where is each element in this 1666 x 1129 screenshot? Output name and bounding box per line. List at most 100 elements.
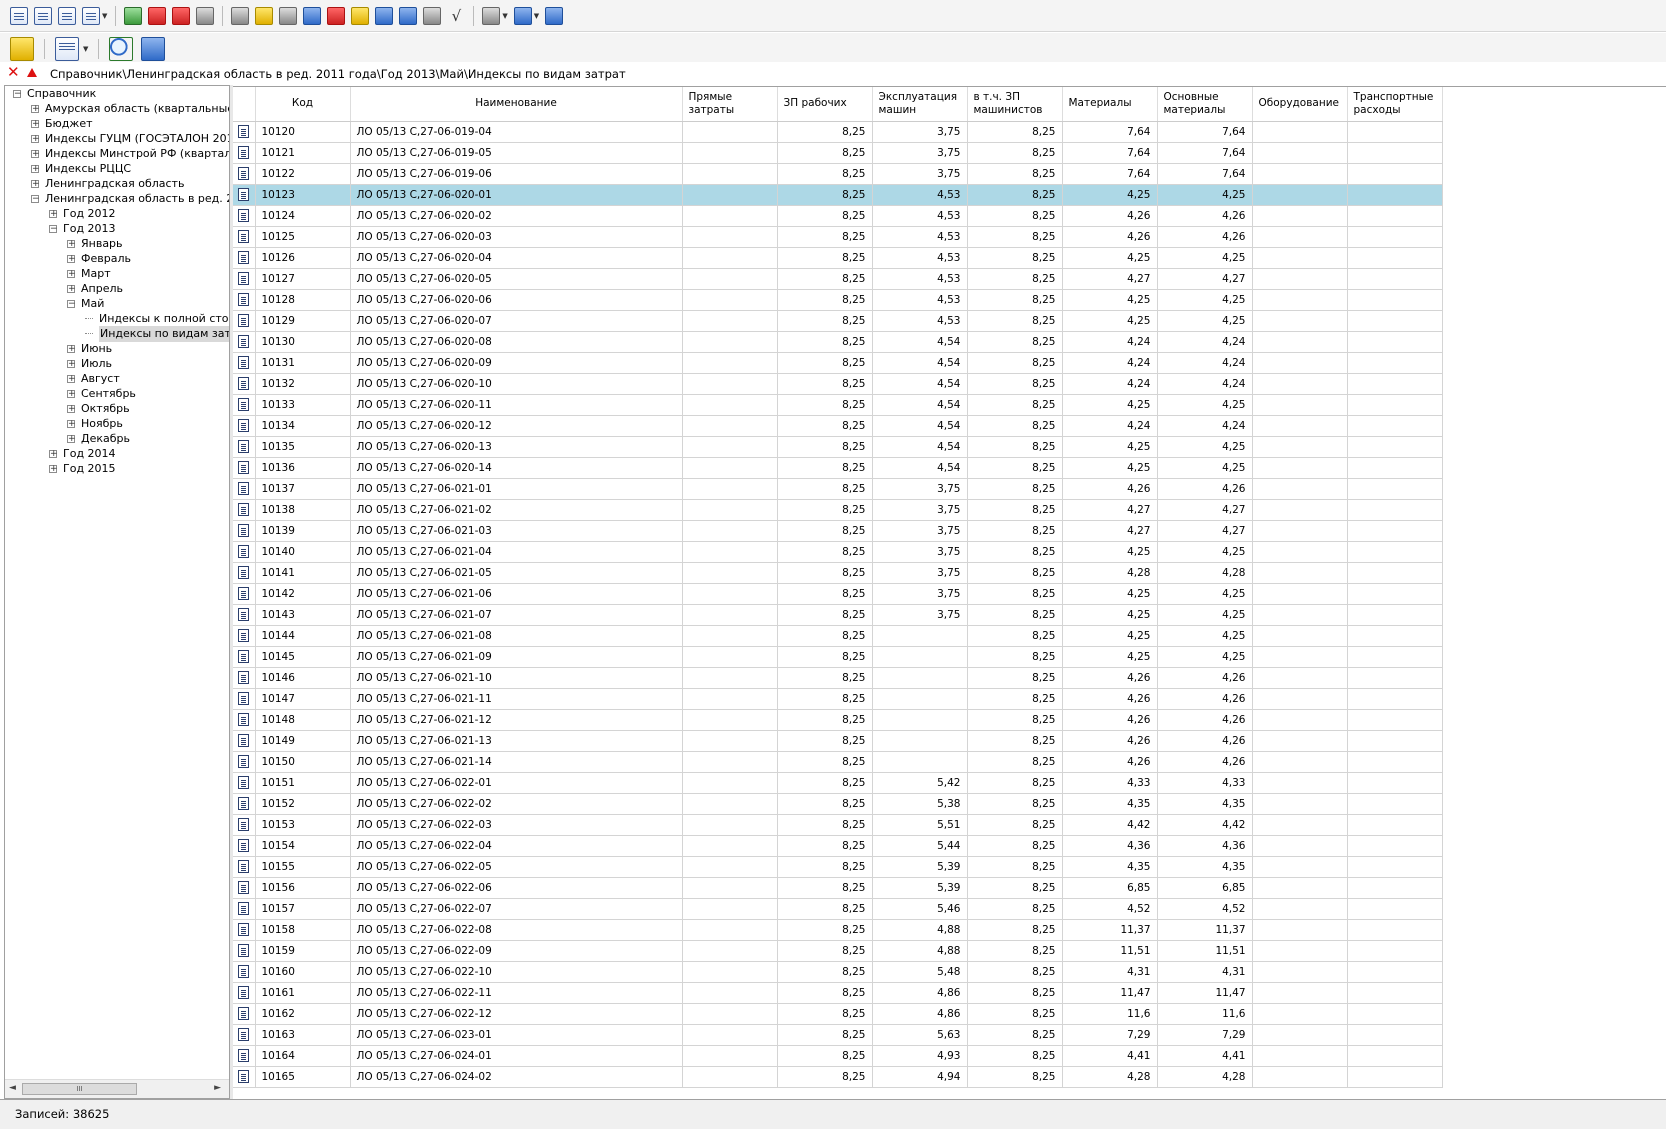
table-row[interactable]: 10120 ЛО 05/13 С,27-06-019-04 8,25 3,75 8,25… <box>233 121 1443 143</box>
tree-node[interactable]: + Ленинградская область <box>31 176 184 192</box>
open-folder-icon[interactable] <box>10 36 34 61</box>
tree-node[interactable]: + Ноябрь <box>67 416 123 432</box>
sqrt-icon[interactable]: √ <box>447 7 465 25</box>
expand-icon[interactable]: + <box>67 405 76 414</box>
expand-icon[interactable]: + <box>31 135 40 144</box>
catalog-icon[interactable] <box>34 6 52 25</box>
collapse-icon[interactable]: − <box>13 90 22 99</box>
table-row[interactable]: 10162 ЛО 05/13 С,27-06-022-12 8,25 4,86 8,25… <box>233 1003 1443 1025</box>
table-row[interactable]: 10161 ЛО 05/13 С,27-06-022-11 8,25 4,86 8,25… <box>233 982 1443 1004</box>
table-row[interactable]: 10153 ЛО 05/13 С,27-06-022-03 8,25 5,51 8,25… <box>233 814 1443 836</box>
table-row[interactable]: 10129 ЛО 05/13 С,27-06-020-07 8,25 4,53 8,25… <box>233 310 1443 332</box>
expand-icon[interactable]: + <box>67 240 76 249</box>
expand-icon[interactable]: + <box>67 255 76 264</box>
collapse-icon[interactable]: − <box>67 300 76 309</box>
calculator-icon[interactable] <box>231 6 250 25</box>
tree-node[interactable]: + Год 2015 <box>49 461 116 477</box>
column-header[interactable]: Прямые затраты <box>682 87 778 122</box>
tree-node[interactable]: Индексы к полной стои <box>85 311 229 327</box>
collapse-icon[interactable]: − <box>31 195 40 204</box>
layout-dropdown-icon[interactable] <box>482 6 501 25</box>
expand-icon[interactable]: + <box>31 105 40 114</box>
tree-node[interactable]: + Декабрь <box>67 431 130 447</box>
table-row[interactable]: 10137 ЛО 05/13 С,27-06-021-01 8,25 3,75 8,25… <box>233 478 1443 500</box>
expand-icon[interactable]: + <box>67 435 76 444</box>
table-row[interactable]: 10143 ЛО 05/13 С,27-06-021-07 8,25 3,75 8,25… <box>233 604 1443 626</box>
table-row[interactable]: 10154 ЛО 05/13 С,27-06-022-04 8,25 5,44 8,25… <box>233 835 1443 857</box>
table-row[interactable]: 10128 ЛО 05/13 С,27-06-020-06 8,25 4,53 8,25… <box>233 289 1443 311</box>
table-row[interactable]: 10140 ЛО 05/13 С,27-06-021-04 8,25 3,75 8,25… <box>233 541 1443 563</box>
expand-icon[interactable]: + <box>31 165 40 174</box>
printer-icon[interactable] <box>279 6 298 25</box>
new-doc-icon[interactable] <box>10 6 28 25</box>
tree-node[interactable]: + Бюджет <box>31 116 93 132</box>
expand-icon[interactable]: + <box>67 375 76 384</box>
table-row[interactable]: 10146 ЛО 05/13 С,27-06-021-10 8,25 8,25 4,26… <box>233 667 1443 689</box>
tree-node[interactable]: + Сентябрь <box>67 386 136 402</box>
copy-doc-icon[interactable] <box>58 6 76 25</box>
table-row[interactable]: 10150 ЛО 05/13 С,27-06-021-14 8,25 8,25 4,26… <box>233 751 1443 773</box>
table-row[interactable]: 10163 ЛО 05/13 С,27-06-023-01 8,25 5,63 8,25… <box>233 1024 1443 1046</box>
expand-icon[interactable]: + <box>67 390 76 399</box>
table-row[interactable]: 10157 ЛО 05/13 С,27-06-022-07 8,25 5,46 8,25… <box>233 898 1443 920</box>
tree-node[interactable]: + Март <box>67 266 111 282</box>
tree-node[interactable]: + Амурская область (квартальные) <box>31 101 229 117</box>
collapse-icon[interactable]: − <box>49 225 58 234</box>
tree-node[interactable]: − Справочник <box>13 86 96 102</box>
table-row[interactable]: 10126 ЛО 05/13 С,27-06-020-04 8,25 4,53 8,25… <box>233 247 1443 269</box>
tree-node[interactable]: + Февраль <box>67 251 131 267</box>
tree-node[interactable]: − Май <box>67 296 104 312</box>
table-row[interactable]: 10152 ЛО 05/13 С,27-06-022-02 8,25 5,38 8,25… <box>233 793 1443 815</box>
table-row[interactable]: 10164 ЛО 05/13 С,27-06-024-01 8,25 4,93 8,25… <box>233 1045 1443 1067</box>
column-header[interactable]: ЗП рабочих <box>777 87 873 122</box>
table-row[interactable]: 10160 ЛО 05/13 С,27-06-022-10 8,25 5,48 8,25… <box>233 961 1443 983</box>
table-row[interactable]: 10124 ЛО 05/13 С,27-06-020-02 8,25 4,53 8,25… <box>233 205 1443 227</box>
expand-icon[interactable]: + <box>31 180 40 189</box>
table-row[interactable]: 10158 ЛО 05/13 С,27-06-022-08 8,25 4,88 8,25… <box>233 919 1443 941</box>
table-row[interactable]: 10123 ЛО 05/13 С,27-06-020-01 8,25 4,53 8,25… <box>233 184 1443 206</box>
column-header[interactable]: Основные материалы <box>1157 87 1253 122</box>
expand-icon[interactable]: + <box>67 360 76 369</box>
table-row[interactable]: 10127 ЛО 05/13 С,27-06-020-05 8,25 4,53 8,25… <box>233 268 1443 290</box>
column-header[interactable]: Материалы <box>1062 87 1158 122</box>
scroll-right-icon[interactable]: ► <box>214 1083 221 1093</box>
gauge-icon[interactable] <box>423 6 442 25</box>
table-row[interactable]: 10131 ЛО 05/13 С,27-06-020-09 8,25 4,54 8,25… <box>233 352 1443 374</box>
search-icon[interactable] <box>109 36 134 61</box>
close-icon[interactable]: ✕ <box>7 64 20 80</box>
money-icon[interactable] <box>124 6 143 25</box>
window-dropdown-icon[interactable] <box>513 6 532 25</box>
table-row[interactable]: 10159 ЛО 05/13 С,27-06-022-09 8,25 4,88 8,25… <box>233 940 1443 962</box>
user-icon[interactable] <box>351 6 370 25</box>
tree-node[interactable]: + Индексы ГУЦМ (ГОСЭТАЛОН 2012) <box>31 131 229 147</box>
tree-node[interactable]: + Октябрь <box>67 401 130 417</box>
index-icon[interactable] <box>327 6 346 25</box>
table-row[interactable]: 10138 ЛО 05/13 С,27-06-021-02 8,25 3,75 8,25… <box>233 499 1443 521</box>
table-row[interactable]: 10147 ЛО 05/13 С,27-06-021-11 8,25 8,25 4,26… <box>233 688 1443 710</box>
expand-icon[interactable]: + <box>67 285 76 294</box>
paste-dropdown-icon[interactable] <box>82 6 100 25</box>
tree-node[interactable]: + Год 2012 <box>49 206 116 222</box>
scrollbar-thumb[interactable]: III <box>22 1083 137 1095</box>
tree-node[interactable]: + Июнь <box>67 341 112 357</box>
table-row[interactable]: 10151 ЛО 05/13 С,27-06-022-01 8,25 5,42 8,25… <box>233 772 1443 794</box>
table-row[interactable]: 10139 ЛО 05/13 С,27-06-021-03 8,25 3,75 8,25… <box>233 520 1443 542</box>
tools-icon[interactable] <box>172 6 191 25</box>
machine-icon[interactable] <box>196 6 215 25</box>
chevron-down-icon[interactable]: ▼ <box>534 12 539 20</box>
column-header[interactable]: в т.ч. ЗП машинистов <box>967 87 1063 122</box>
table-row[interactable]: 10145 ЛО 05/13 С,27-06-021-09 8,25 8,25 4,25… <box>233 646 1443 668</box>
chevron-down-icon[interactable]: ▼ <box>102 12 107 20</box>
table-row[interactable]: 10149 ЛО 05/13 С,27-06-021-13 8,25 8,25 4,26… <box>233 730 1443 752</box>
column-header[interactable]: Оборудование <box>1252 87 1348 122</box>
expand-icon[interactable]: + <box>49 465 58 474</box>
edit-icon[interactable] <box>303 6 322 25</box>
tree-horizontal-scrollbar[interactable]: ◄ III ► <box>5 1079 229 1098</box>
column-header[interactable]: Наименование <box>350 87 683 122</box>
chevron-down-icon[interactable]: ▼ <box>502 12 507 20</box>
worker-icon[interactable] <box>148 6 167 25</box>
expand-icon[interactable]: + <box>67 345 76 354</box>
goto-icon[interactable] <box>141 36 166 61</box>
tree-node[interactable]: + Август <box>67 371 120 387</box>
table-row[interactable]: 10142 ЛО 05/13 С,27-06-021-06 8,25 3,75 8,25… <box>233 583 1443 605</box>
